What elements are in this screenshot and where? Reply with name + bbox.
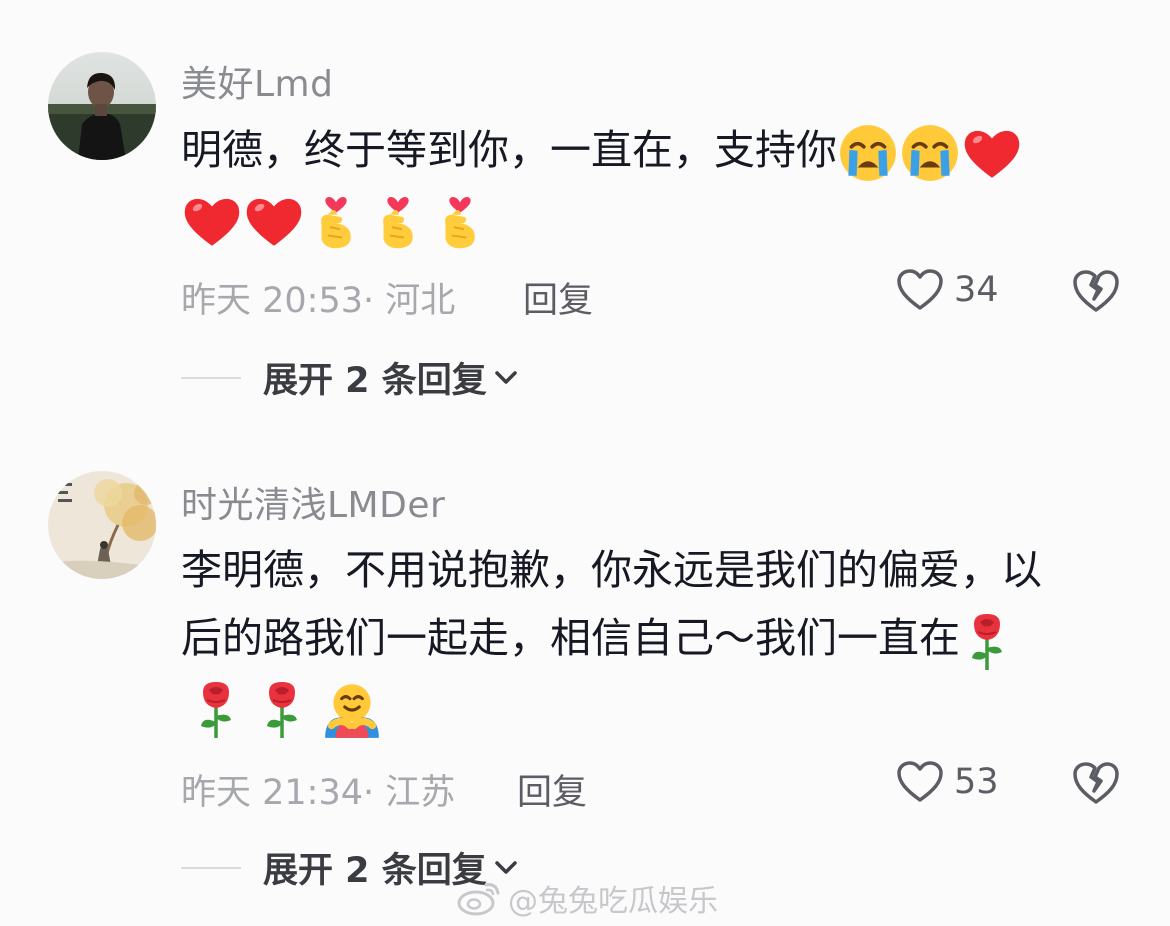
username[interactable]: 美好Lmd: [181, 55, 333, 107]
weibo-logo-icon: [457, 883, 500, 916]
reply-button[interactable]: 回复: [517, 764, 587, 815]
reply-button[interactable]: 回复: [523, 272, 593, 323]
finger-heart-icon: [367, 190, 429, 252]
comment-text: 明德，终于等到你，一直在，支持你: [181, 116, 1121, 252]
comment-body-line: 李明德，不用说抱歉，你永远是我们的偏爱，以: [181, 546, 1042, 594]
finger-heart-icon: [429, 190, 491, 252]
comment-item: 时光清浅LMDer 李明德，不用说抱歉，你永远是我们的偏爱，以 后的路我们一起走…: [0, 440, 1170, 891]
heart-outline-icon: [897, 269, 943, 310]
timestamp-location: 昨天 21:34· 江苏: [181, 773, 456, 813]
rose-icon: [255, 678, 309, 740]
loudly-crying-face-icon: [899, 122, 961, 184]
comment-item: 美好Lmd 明德，终于等到你，一直在，支持你 昨天 20:53· 河北 回复 3…: [0, 0, 1170, 440]
people-hugging-icon: [321, 678, 383, 740]
red-heart-icon: [181, 190, 243, 252]
loudly-crying-face-icon: [837, 122, 899, 184]
dislike-button[interactable]: [1072, 268, 1120, 318]
watermark-text: @兔兔吃瓜娱乐: [508, 884, 718, 919]
dislike-button[interactable]: [1072, 760, 1120, 810]
expand-replies-button[interactable]: 展开 2 条回复: [181, 352, 519, 403]
red-heart-icon: [961, 122, 1023, 184]
like-count: 34: [954, 270, 999, 310]
expand-replies-label: 展开 2 条回复: [263, 851, 487, 891]
finger-heart-icon: [305, 190, 367, 252]
heart-outline-icon: [897, 761, 943, 802]
expand-replies-label: 展开 2 条回复: [263, 361, 487, 401]
chevron-down-icon: [494, 860, 517, 874]
comment-text: 李明德，不用说抱歉，你永远是我们的偏爱，以 后的路我们一起走，相信自己～我们一直…: [181, 536, 1121, 740]
watermark: @兔兔吃瓜娱乐: [456, 876, 718, 920]
comment-body: 明德，终于等到你，一直在，支持你: [181, 126, 837, 174]
rose-icon: [189, 678, 243, 740]
like-button[interactable]: 53: [896, 760, 999, 804]
chevron-down-icon: [494, 370, 517, 384]
like-count: 53: [954, 762, 999, 802]
red-heart-icon: [243, 190, 305, 252]
comment-body-line: 后的路我们一起走，相信自己～我们一直在: [181, 614, 960, 662]
avatar[interactable]: [48, 52, 156, 160]
broken-heart-icon: [1073, 270, 1119, 312]
like-button[interactable]: 34: [896, 268, 999, 312]
rose-icon: [960, 610, 1014, 672]
divider: [181, 866, 241, 869]
avatar[interactable]: [48, 471, 156, 579]
timestamp-location: 昨天 20:53· 河北: [181, 281, 456, 321]
divider: [181, 376, 241, 379]
username[interactable]: 时光清浅LMDer: [181, 476, 445, 528]
broken-heart-icon: [1073, 762, 1119, 804]
